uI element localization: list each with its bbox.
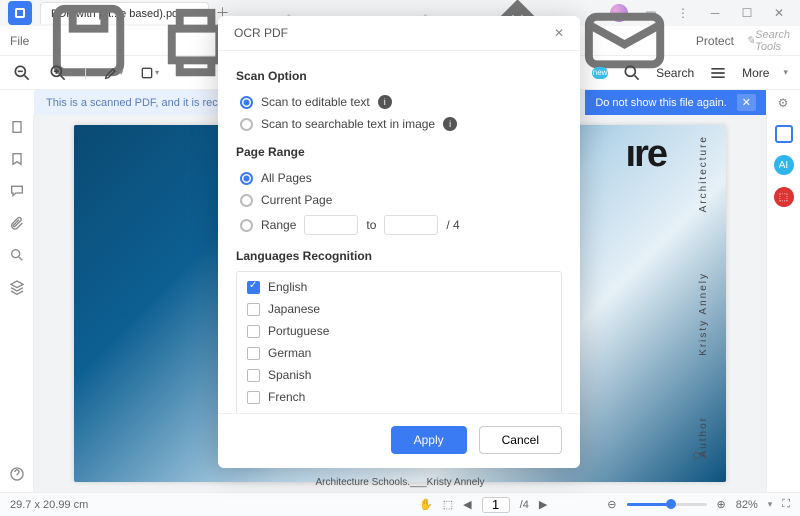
zoom-slider[interactable]: [627, 503, 707, 506]
search-tools[interactable]: ✎ Search Tools: [746, 29, 790, 53]
thumbnails-icon[interactable]: [9, 119, 25, 135]
scan-image-radio[interactable]: Scan to searchable text in image i: [236, 113, 562, 135]
maximize-icon[interactable]: ☐: [736, 2, 758, 24]
fit-width-icon[interactable]: ⛶: [782, 498, 790, 511]
settings-sliders-icon[interactable]: ⚙: [778, 96, 789, 110]
languages-title: Languages Recognition: [236, 249, 562, 263]
more-label[interactable]: More: [742, 66, 769, 80]
scan-option-title: Scan Option: [236, 69, 562, 83]
panel-toggle-icon[interactable]: [775, 125, 793, 143]
lang-option[interactable]: French: [243, 386, 555, 408]
radio-icon: [240, 194, 253, 207]
checkbox-icon: [247, 281, 260, 294]
banner-dismiss[interactable]: Do not show this file again. ✕: [585, 90, 766, 115]
checkbox-icon: [247, 391, 260, 404]
radio-icon: [240, 96, 253, 109]
ocr-dialog: OCR PDF ✕ Scan Option Scan to editable t…: [218, 16, 580, 468]
doc-footer-text: Architecture Schools.___Kristy Annely: [316, 477, 485, 488]
page-range-title: Page Range: [236, 145, 562, 159]
lang-option[interactable]: Portuguese: [243, 320, 555, 342]
doc-heading: ıre: [626, 133, 666, 176]
info-icon[interactable]: i: [443, 117, 457, 131]
current-page-radio[interactable]: Current Page: [236, 189, 562, 211]
checkbox-icon: [247, 325, 260, 338]
cancel-button[interactable]: Cancel: [479, 426, 562, 454]
next-page-icon[interactable]: ▶: [539, 498, 547, 511]
dialog-title: OCR PDF: [234, 26, 288, 40]
close-window-icon[interactable]: ✕: [768, 2, 790, 24]
apply-button[interactable]: Apply: [391, 426, 467, 454]
find-icon[interactable]: [9, 247, 25, 263]
page-total: /4: [520, 499, 529, 511]
attachments-icon[interactable]: [9, 215, 25, 231]
select-tool-icon[interactable]: ⬚: [443, 498, 453, 511]
lang-option[interactable]: German: [243, 342, 555, 364]
language-list[interactable]: English Japanese Portuguese German Spani…: [236, 271, 562, 413]
page-dimensions: 29.7 x 20.99 cm: [10, 499, 88, 511]
scan-editable-radio[interactable]: Scan to editable text i: [236, 91, 562, 113]
shape-icon[interactable]: ▾: [139, 63, 159, 83]
range-total: / 4: [446, 218, 459, 232]
doc-side-labels: Architecture Kristy Annely Author: [698, 135, 712, 458]
lang-option[interactable]: Spanish: [243, 364, 555, 386]
hand-tool-icon[interactable]: ✋: [419, 498, 433, 511]
bookmarks-icon[interactable]: [9, 151, 25, 167]
ai-assist-icon[interactable]: AI: [774, 155, 794, 175]
radio-icon: [240, 118, 253, 131]
range-to-input[interactable]: [384, 215, 438, 235]
custom-range-radio[interactable]: Range to / 4: [236, 211, 562, 239]
radio-icon: [240, 172, 253, 185]
checkbox-icon: [247, 303, 260, 316]
kebab-icon[interactable]: ⋮: [672, 2, 694, 24]
zoom-out-status-icon[interactable]: ⊖: [607, 498, 616, 511]
range-from-input[interactable]: [304, 215, 358, 235]
highlighter-icon[interactable]: ▾: [103, 63, 123, 83]
banner-close-icon[interactable]: ✕: [737, 94, 756, 111]
all-pages-radio[interactable]: All Pages: [236, 167, 562, 189]
new-badge: new: [592, 67, 608, 79]
checkbox-icon: [247, 369, 260, 382]
page-number-input[interactable]: [482, 497, 510, 513]
lang-option[interactable]: English: [243, 276, 555, 298]
zoom-out-icon[interactable]: [12, 63, 32, 83]
zoom-in-icon[interactable]: [48, 63, 68, 83]
radio-icon: [240, 219, 253, 232]
search-label[interactable]: Search: [656, 66, 694, 80]
checkbox-icon: [247, 347, 260, 360]
help-icon[interactable]: [9, 466, 25, 482]
zoom-in-status-icon[interactable]: ⊕: [717, 498, 726, 511]
layers-icon[interactable]: [9, 279, 25, 295]
prev-page-icon[interactable]: ◀: [463, 498, 471, 511]
lang-option[interactable]: Japanese: [243, 298, 555, 320]
info-icon[interactable]: i: [378, 95, 392, 109]
file-menu[interactable]: File: [10, 34, 29, 48]
minimize-icon[interactable]: ─: [704, 2, 726, 24]
more-icon[interactable]: [708, 63, 728, 83]
comments-icon[interactable]: [9, 183, 25, 199]
doc-on-label: On: [693, 451, 706, 462]
protect-menu[interactable]: Protect: [696, 34, 734, 48]
tool-icon[interactable]: ⬚: [774, 187, 794, 207]
dialog-close-icon[interactable]: ✕: [554, 26, 564, 40]
search-icon[interactable]: [622, 63, 642, 83]
app-logo: [8, 1, 32, 25]
zoom-level: 82%: [736, 499, 758, 511]
